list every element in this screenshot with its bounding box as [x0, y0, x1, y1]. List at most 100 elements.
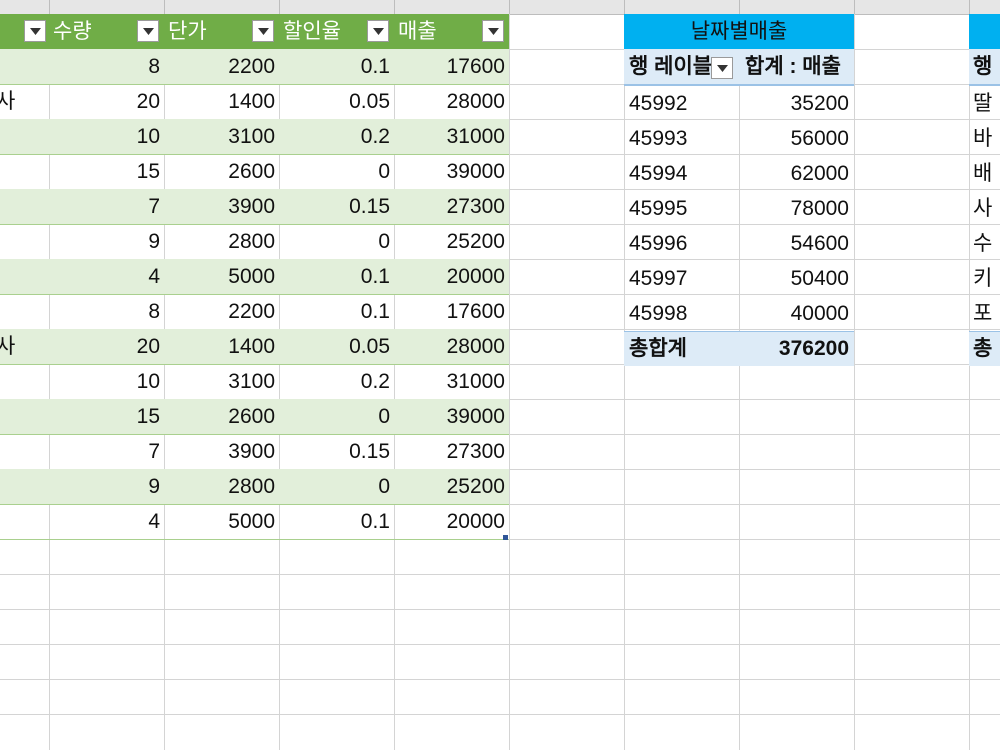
table-cell[interactable]: 7	[49, 434, 164, 469]
chevron-down-icon[interactable]	[482, 20, 504, 42]
table-cell[interactable]: 2600	[164, 154, 279, 189]
chevron-down-icon[interactable]	[711, 57, 733, 79]
table-cell[interactable]: 8	[49, 49, 164, 84]
pivot-product-row-label[interactable]: 딸	[969, 86, 1000, 121]
table-cell-left-fragment[interactable]	[0, 259, 49, 294]
table-cell[interactable]: 8	[49, 294, 164, 329]
table-cell[interactable]: 28000	[394, 329, 509, 364]
table-cell[interactable]: 0	[279, 154, 394, 189]
chevron-down-icon[interactable]	[367, 20, 389, 42]
pivot-product-row-label[interactable]: 키	[969, 261, 1000, 296]
table-cell[interactable]: 2800	[164, 469, 279, 504]
table-cell[interactable]: 10	[49, 364, 164, 399]
table-header-unit-price[interactable]: 단가	[164, 14, 279, 49]
table-cell[interactable]: 9	[49, 469, 164, 504]
table-cell[interactable]: 7	[49, 189, 164, 224]
table-cell[interactable]: 1400	[164, 329, 279, 364]
table-cell[interactable]: 27300	[394, 434, 509, 469]
spreadsheet-grid[interactable]: 수량 단가 할인율 매출 8 2200 0.1 17600 사 20 1400 0.05 280…	[0, 0, 1000, 750]
chevron-down-icon[interactable]	[24, 20, 46, 42]
chevron-down-icon[interactable]	[137, 20, 159, 42]
table-cell[interactable]: 0.15	[279, 434, 394, 469]
table-cell[interactable]: 25200	[394, 224, 509, 259]
table-cell-left-fragment[interactable]	[0, 154, 49, 189]
table-header-quantity[interactable]: 수량	[49, 14, 164, 49]
table-cell[interactable]: 31000	[394, 119, 509, 154]
table-cell[interactable]: 0.2	[279, 119, 394, 154]
table-cell[interactable]: 3900	[164, 189, 279, 224]
table-cell[interactable]: 0.1	[279, 504, 394, 539]
pivot-date-row-value[interactable]: 56000	[739, 121, 854, 156]
table-cell[interactable]: 15	[49, 399, 164, 434]
table-cell[interactable]: 0.15	[279, 189, 394, 224]
table-cell[interactable]: 2200	[164, 294, 279, 329]
table-cell[interactable]: 0	[279, 399, 394, 434]
table-cell[interactable]: 2200	[164, 49, 279, 84]
pivot-date-row-value[interactable]: 62000	[739, 156, 854, 191]
table-cell[interactable]: 9	[49, 224, 164, 259]
pivot-product-row-label[interactable]: 수	[969, 226, 1000, 261]
table-cell-left-fragment[interactable]	[0, 504, 49, 539]
table-cell[interactable]: 3100	[164, 364, 279, 399]
table-cell[interactable]: 0	[279, 224, 394, 259]
table-cell-left-fragment[interactable]	[0, 399, 49, 434]
table-cell[interactable]: 20000	[394, 259, 509, 294]
table-cell[interactable]: 39000	[394, 154, 509, 189]
table-cell-left-fragment[interactable]: 사	[0, 84, 49, 119]
chevron-down-icon[interactable]	[252, 20, 274, 42]
table-cell[interactable]: 0.05	[279, 84, 394, 119]
table-cell[interactable]: 31000	[394, 364, 509, 399]
table-cell[interactable]: 0	[279, 469, 394, 504]
table-cell[interactable]: 4	[49, 259, 164, 294]
pivot-product-row-label[interactable]: 배	[969, 156, 1000, 191]
pivot-date-row-label[interactable]: 45996	[624, 226, 739, 261]
pivot-date-row-label[interactable]: 45993	[624, 121, 739, 156]
table-cell[interactable]: 15	[49, 154, 164, 189]
table-cell-left-fragment[interactable]	[0, 294, 49, 329]
pivot-product-row-label-header[interactable]: 행	[969, 49, 1000, 86]
table-cell[interactable]: 17600	[394, 49, 509, 84]
pivot-date-value-header[interactable]: 합계 : 매출	[739, 49, 854, 86]
table-cell[interactable]: 1400	[164, 84, 279, 119]
table-cell[interactable]: 20000	[394, 504, 509, 539]
table-cell-left-fragment[interactable]	[0, 49, 49, 84]
pivot-date-row-value[interactable]: 54600	[739, 226, 854, 261]
column-header-strip[interactable]	[0, 0, 1000, 15]
pivot-product-row-label[interactable]: 포	[969, 296, 1000, 331]
table-header-left-fragment[interactable]	[0, 14, 49, 49]
table-cell[interactable]: 3900	[164, 434, 279, 469]
pivot-date-row-label[interactable]: 45995	[624, 191, 739, 226]
table-cell[interactable]: 2800	[164, 224, 279, 259]
pivot-date-row-label[interactable]: 45994	[624, 156, 739, 191]
table-cell-left-fragment[interactable]	[0, 364, 49, 399]
pivot-date-row-label[interactable]: 45998	[624, 296, 739, 331]
pivot-product-row-label[interactable]: 바	[969, 121, 1000, 156]
pivot-date-row-value[interactable]: 50400	[739, 261, 854, 296]
table-cell[interactable]: 20	[49, 329, 164, 364]
table-cell-left-fragment[interactable]: 사	[0, 329, 49, 364]
table-cell[interactable]: 0.05	[279, 329, 394, 364]
table-cell-left-fragment[interactable]	[0, 189, 49, 224]
table-cell[interactable]: 0.1	[279, 259, 394, 294]
table-cell[interactable]: 25200	[394, 469, 509, 504]
table-cell-left-fragment[interactable]	[0, 119, 49, 154]
table-cell[interactable]: 5000	[164, 504, 279, 539]
table-cell[interactable]: 39000	[394, 399, 509, 434]
pivot-date-row-value[interactable]: 35200	[739, 86, 854, 121]
table-cell[interactable]: 4	[49, 504, 164, 539]
pivot-date-row-value[interactable]: 78000	[739, 191, 854, 226]
table-cell-left-fragment[interactable]	[0, 224, 49, 259]
table-cell[interactable]: 0.1	[279, 49, 394, 84]
table-header-discount-rate[interactable]: 할인율	[279, 14, 394, 49]
pivot-date-row-label[interactable]: 45997	[624, 261, 739, 296]
table-cell[interactable]: 28000	[394, 84, 509, 119]
table-cell[interactable]: 10	[49, 119, 164, 154]
table-cell[interactable]: 0.2	[279, 364, 394, 399]
table-cell[interactable]: 17600	[394, 294, 509, 329]
table-cell[interactable]: 20	[49, 84, 164, 119]
table-header-sales[interactable]: 매출	[394, 14, 509, 49]
pivot-date-row-value[interactable]: 40000	[739, 296, 854, 331]
pivot-product-row-label[interactable]: 사	[969, 191, 1000, 226]
table-cell[interactable]: 27300	[394, 189, 509, 224]
table-cell-left-fragment[interactable]	[0, 469, 49, 504]
